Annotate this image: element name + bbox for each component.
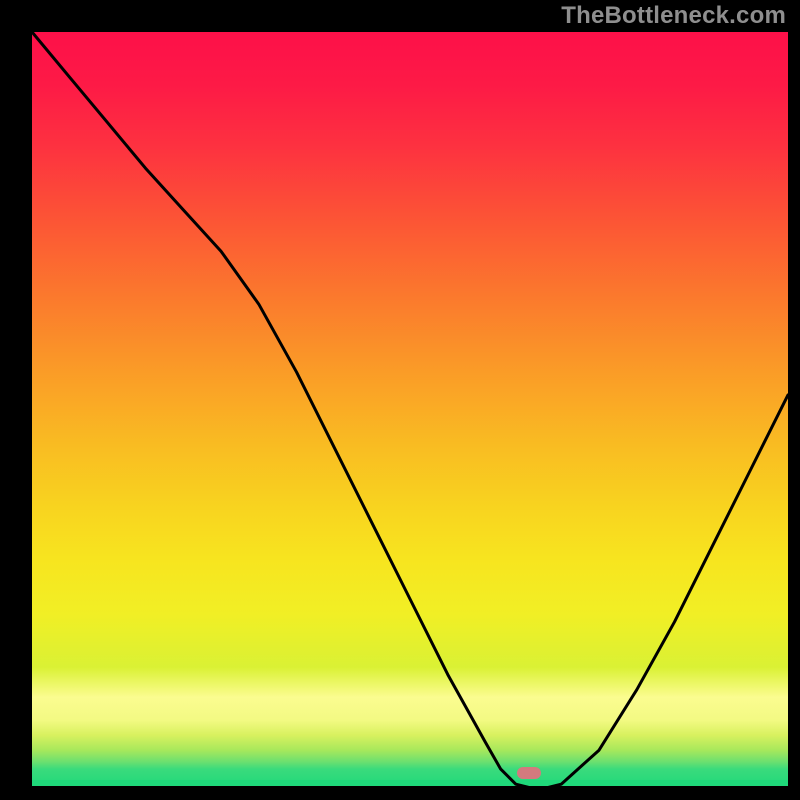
- chart-svg: [0, 0, 800, 800]
- watermark-text: TheBottleneck.com: [561, 2, 786, 30]
- chart-canvas: TheBottleneck.com: [0, 0, 800, 800]
- plot-background: [32, 32, 788, 788]
- trough-marker: [517, 767, 541, 779]
